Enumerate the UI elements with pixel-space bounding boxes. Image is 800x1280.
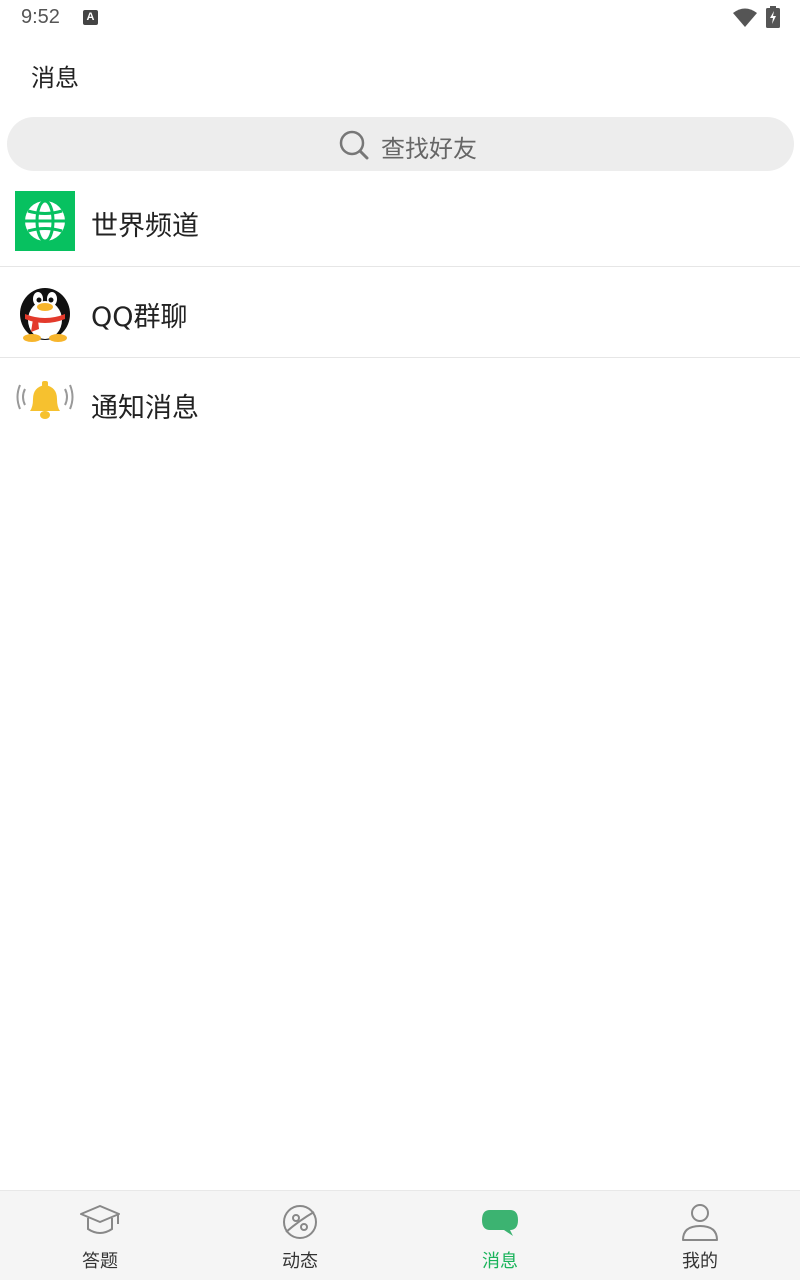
list-item-label: 世界频道 <box>91 211 199 242</box>
nav-label: 消息 <box>482 1251 518 1272</box>
tab-messages[interactable]: 消息 <box>400 1191 600 1280</box>
graduation-cap-icon <box>80 1205 120 1234</box>
list-item-world-channel[interactable]: 世界频道 <box>0 176 800 267</box>
tab-profile[interactable]: 我的 <box>600 1191 800 1280</box>
page-title: 消息 <box>31 64 79 92</box>
notification-a-icon: A <box>83 10 98 25</box>
search-bar[interactable]: 查找好友 <box>7 117 794 171</box>
status-bar: 9:52 A <box>0 0 800 36</box>
search-icon <box>339 130 369 160</box>
tab-feed[interactable]: 动态 <box>200 1191 400 1280</box>
tab-answer[interactable]: 答题 <box>0 1191 200 1280</box>
list-item-notifications[interactable]: 通知消息 <box>0 358 800 449</box>
conversation-list: 世界频道 QQ群聊 通知消息 <box>0 176 800 449</box>
list-item-qq-group[interactable]: QQ群聊 <box>0 267 800 358</box>
qq-penguin-icon <box>20 288 70 342</box>
nav-label: 答题 <box>82 1251 118 1272</box>
search-placeholder: 查找好友 <box>381 135 477 163</box>
chat-bubble-icon <box>482 1210 518 1236</box>
wifi-icon <box>733 8 757 27</box>
globe-icon <box>15 191 75 251</box>
battery-icon <box>766 6 780 28</box>
bottom-nav: 答题 动态 消息 我的 <box>0 1190 800 1280</box>
nav-label: 我的 <box>682 1251 718 1272</box>
planet-icon <box>283 1205 317 1239</box>
list-item-label: QQ群聊 <box>91 302 188 333</box>
nav-label: 动态 <box>282 1251 318 1272</box>
user-icon <box>682 1204 718 1241</box>
bell-icon <box>16 381 74 419</box>
list-item-label: 通知消息 <box>91 393 199 424</box>
status-time: 9:52 <box>21 6 60 28</box>
